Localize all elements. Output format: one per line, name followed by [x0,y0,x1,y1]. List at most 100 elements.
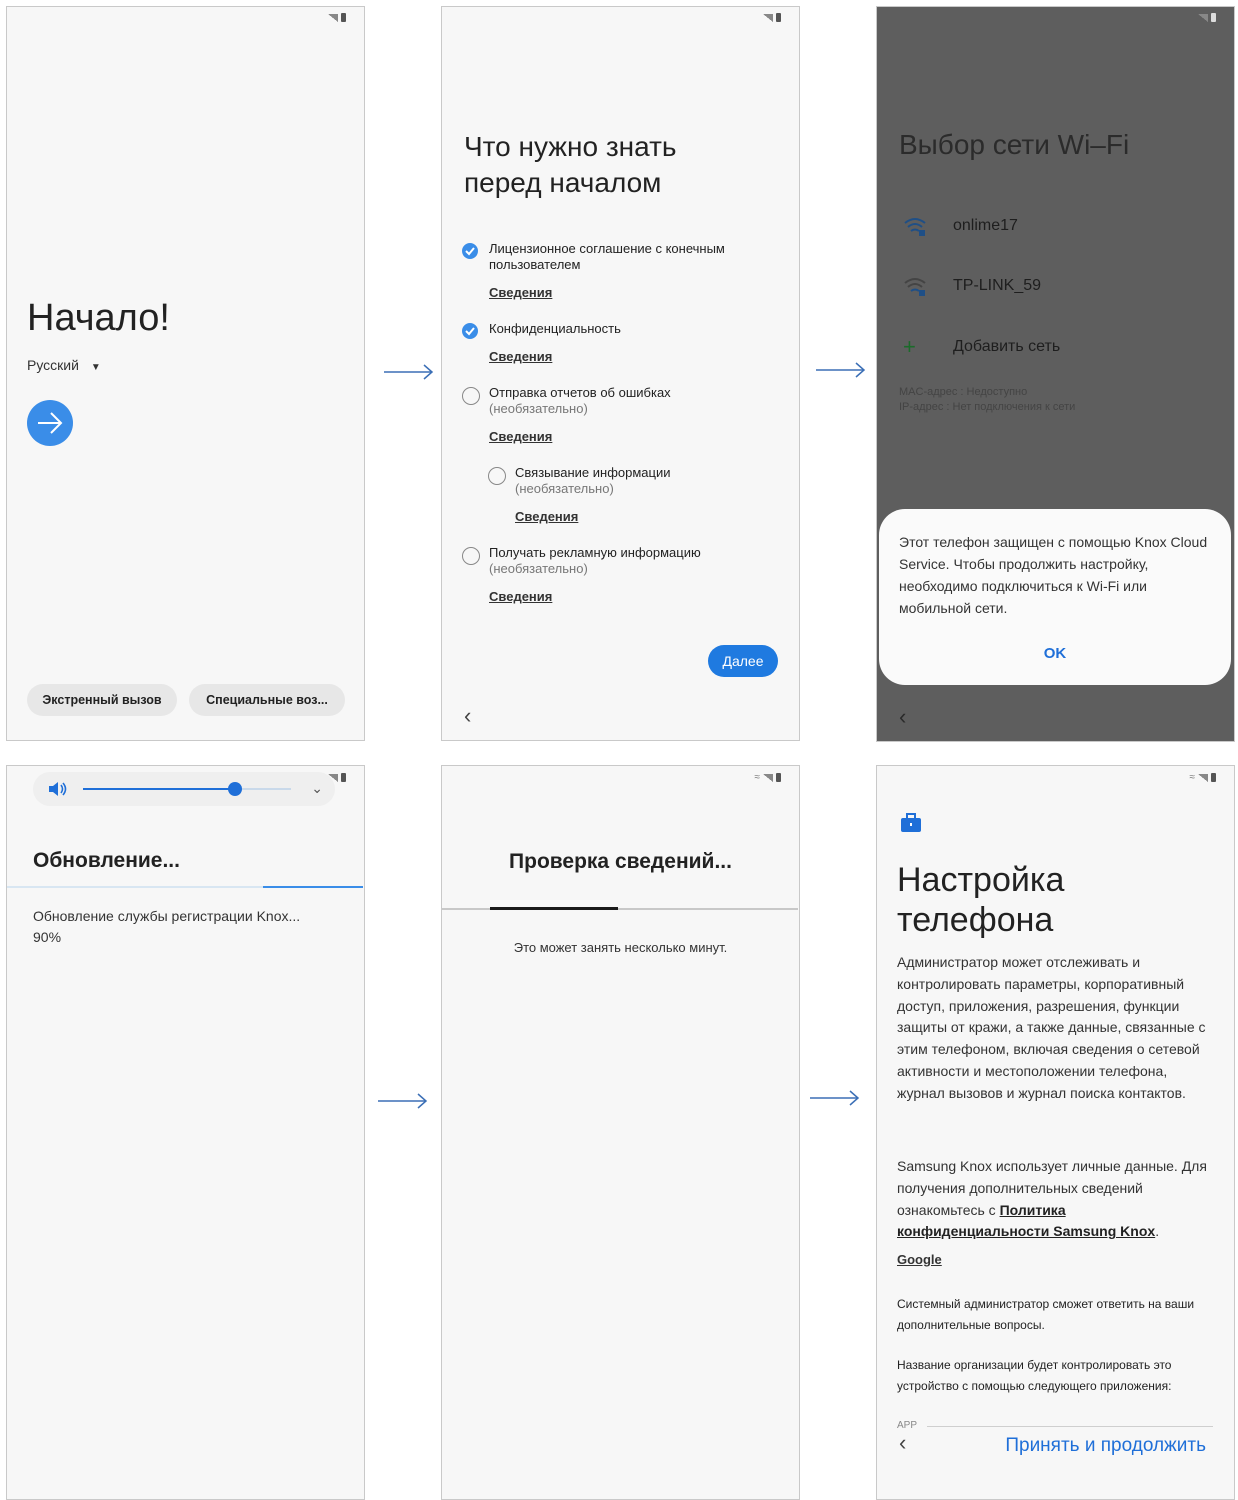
signal-icon [1198,773,1208,782]
language-label: Русский [27,357,79,373]
screen-updating: ≈ ⌄ Обновление... Обновление службы реги… [6,765,365,1500]
wifi-network-name: onlime17 [953,217,1018,234]
language-selector[interactable]: Русский ▼ [27,357,101,373]
flow-arrow-icon [810,1090,860,1106]
battery-icon [776,13,781,22]
wifi-network-name: TP-LINK_59 [953,277,1042,294]
screen-wifi: Выбор сети Wi–Fi onlime17 TP-LINK_59 + Д… [876,6,1235,742]
signal-icon [763,773,773,782]
status-bar [763,13,781,22]
checked-icon[interactable] [462,323,478,339]
wifi-locked-icon [904,218,926,236]
battery-icon [341,13,346,22]
update-description: Обновление службы регистрации Knox... [33,908,301,924]
knox-dialog: Этот телефон защищен с помощью Knox Clou… [879,509,1231,685]
wifi-icon: ≈ [1189,772,1196,783]
flow-arrow-icon [816,362,866,378]
details-link[interactable]: Сведения [489,349,552,365]
terms-item-label: Отправка отчетов об ошибках [489,385,671,400]
add-network-label: Добавить сеть [953,338,1061,355]
next-button[interactable]: Далее [708,645,778,677]
ip-address: IP-адрес : Нет подключения к сети [899,401,1076,413]
details-link[interactable]: Сведения [515,509,578,525]
knox-privacy-suffix: . [1155,1223,1160,1240]
details-link[interactable]: Сведения [489,285,552,301]
setup-title-line2: телефона [897,901,1054,939]
verify-description: Это может занять несколько минут. [513,940,728,955]
flow-arrow-icon [384,364,434,380]
optional-label: (необязательно) [489,401,588,416]
unchecked-icon[interactable] [462,387,480,405]
network-info: MAC-адрес : Недоступно IP-адрес : Нет по… [899,385,1075,415]
dialog-message: Этот телефон защищен с помощью Knox Clou… [899,534,1208,616]
terms-item-label: Связывание информации [515,465,671,480]
progress-indicator [490,907,618,910]
screen-verifying: ≈ Проверка сведений... Это может занять … [441,765,800,1500]
unchecked-icon[interactable] [488,467,506,485]
wifi-locked-icon [904,278,926,296]
terms-title-line2: перед началом [464,167,662,198]
optional-label: (необязательно) [489,561,588,576]
battery-icon [776,773,781,782]
plus-icon: + [903,334,916,359]
volume-fill [83,788,235,790]
ok-button[interactable]: OK [879,644,1231,663]
next-arrow-button[interactable] [27,400,73,446]
terms-item-label: Получать рекламную информацию [489,545,701,560]
wifi-icon: ≈ [754,772,761,783]
emergency-call-button[interactable]: Экстренный вызов [27,684,177,716]
status-bar: ≈ [1189,772,1216,783]
status-bar: ≈ [754,772,781,783]
verify-title: Проверка сведений... [509,850,732,873]
admin-description: Администратор может отслеживать и контро… [897,954,1206,1101]
accessibility-button[interactable]: Специальные воз... [189,684,345,716]
terms-title: Что нужно знать перед началом [464,129,677,201]
org-note: Название организации будет контролироват… [897,1358,1172,1393]
back-chevron-icon[interactable]: ‹ [899,704,906,730]
back-chevron-icon[interactable]: ‹ [899,1430,906,1456]
knox-privacy-text: Samsung Knox использует личные данные. Д… [897,1156,1207,1243]
mac-address: MAC-адрес : Недоступно [899,386,1028,398]
update-title: Обновление... [33,849,180,872]
terms-title-line1: Что нужно знать [464,131,677,162]
briefcase-icon [901,813,921,832]
dropdown-arrow-icon: ▼ [90,362,101,373]
terms-item-label: Конфиденциальность [489,321,621,336]
unchecked-icon[interactable] [462,547,480,565]
progress-indicator [263,886,363,888]
optional-label: (необязательно) [515,481,614,496]
welcome-title: Начало! [27,297,170,339]
screen-welcome: Начало! Русский ▼ Экстренный вызов Специ… [6,6,365,741]
screen-terms: Что нужно знать перед началом Лицензионн… [441,6,800,741]
volume-panel: ⌄ [33,772,335,806]
terms-item-label: Лицензионное соглашение с конечным польз… [489,241,725,272]
battery-icon [1211,13,1216,22]
signal-icon [328,13,338,22]
screen-phone-setup: ≈ Настройка телефона Администратор может… [876,765,1235,1500]
flow-arrow-icon [378,1093,428,1109]
checked-icon[interactable] [462,243,478,259]
battery-icon [341,773,346,782]
terms-item-text: Получать рекламную информацию (необязате… [489,545,779,577]
arrow-right-icon [38,412,63,434]
volume-slider[interactable] [83,782,291,796]
details-link[interactable]: Сведения [489,589,552,605]
update-status: Обновление службы регистрации Knox... 90… [33,906,300,948]
google-link[interactable]: Google [897,1252,942,1267]
update-percent: 90% [33,929,62,945]
battery-icon [1211,773,1216,782]
setup-title: Настройка телефона [897,860,1064,940]
status-bar [1198,13,1216,22]
setup-title-line1: Настройка [897,861,1065,899]
signal-icon [1198,13,1208,22]
admin-note: Системный администратор сможет ответить … [897,1297,1195,1332]
volume-thumb[interactable] [227,782,242,796]
app-divider [927,1426,1213,1427]
back-chevron-icon[interactable]: ‹ [464,703,471,729]
speaker-icon[interactable] [47,780,69,798]
status-bar [328,13,346,22]
accept-continue-button[interactable]: Принять и продолжить [999,1434,1212,1458]
details-link[interactable]: Сведения [489,429,552,445]
wifi-title: Выбор сети Wi–Fi [899,129,1130,160]
chevron-down-icon[interactable]: ⌄ [311,780,323,797]
